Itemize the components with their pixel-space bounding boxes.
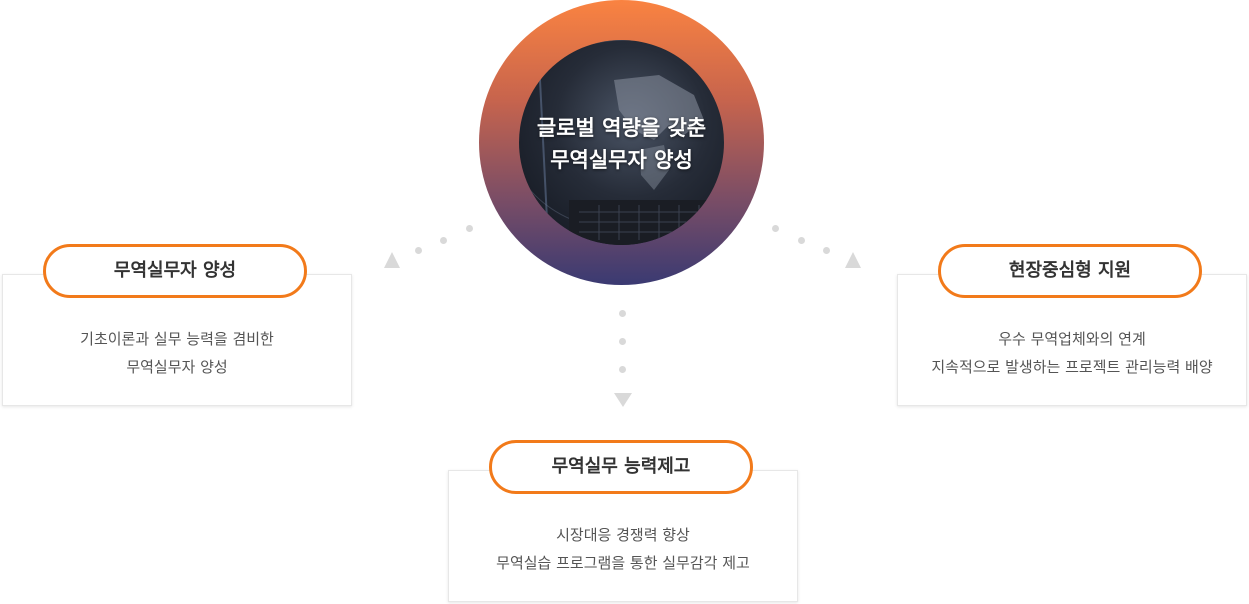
card-line: 무역실습 프로그램을 통한 실무감각 제고 xyxy=(496,554,750,572)
connector-dot xyxy=(440,237,447,244)
connector-dot xyxy=(619,338,626,345)
connector-dot xyxy=(823,247,830,254)
connector-dot xyxy=(772,225,779,232)
card-description: 우수 무역업체와의 연계 지속적으로 발생하는 프로젝트 관리능력 배양 xyxy=(898,325,1246,381)
connector-dot xyxy=(798,237,805,244)
arrow-right-down-icon xyxy=(845,252,861,268)
card-description: 시장대응 경쟁력 향상 무역실습 프로그램을 통한 실무감각 제고 xyxy=(449,521,797,577)
card-line: 시장대응 경쟁력 향상 xyxy=(556,526,690,544)
hub-title-line-1: 글로벌 역량을 갖춘 xyxy=(536,116,707,140)
card-title-field-support: 현장중심형 지원 xyxy=(938,244,1202,298)
card-line: 우수 무역업체와의 연계 xyxy=(998,330,1146,348)
connector-dot xyxy=(415,247,422,254)
card-title-trade-practitioner: 무역실무자 양성 xyxy=(43,244,307,298)
card-line: 무역실무자 양성 xyxy=(126,358,228,376)
hub-title-line-2: 무역실무자 양성 xyxy=(550,148,693,172)
arrow-down-icon xyxy=(614,393,632,407)
connector-dot xyxy=(619,366,626,373)
center-hub: 글로벌 역량을 갖춘 무역실무자 양성 xyxy=(479,0,764,285)
arrow-left-down-icon xyxy=(384,252,400,268)
connector-dot xyxy=(466,225,473,232)
card-line: 기초이론과 실무 능력을 겸비한 xyxy=(80,330,274,348)
hub-title: 글로벌 역량을 갖춘 무역실무자 양성 xyxy=(479,112,764,176)
card-title-practical-skills: 무역실무 능력제고 xyxy=(489,440,753,494)
card-line: 지속적으로 발생하는 프로젝트 관리능력 배양 xyxy=(931,358,1213,376)
card-description: 기초이론과 실무 능력을 겸비한 무역실무자 양성 xyxy=(3,325,351,381)
connector-dot xyxy=(619,310,626,317)
